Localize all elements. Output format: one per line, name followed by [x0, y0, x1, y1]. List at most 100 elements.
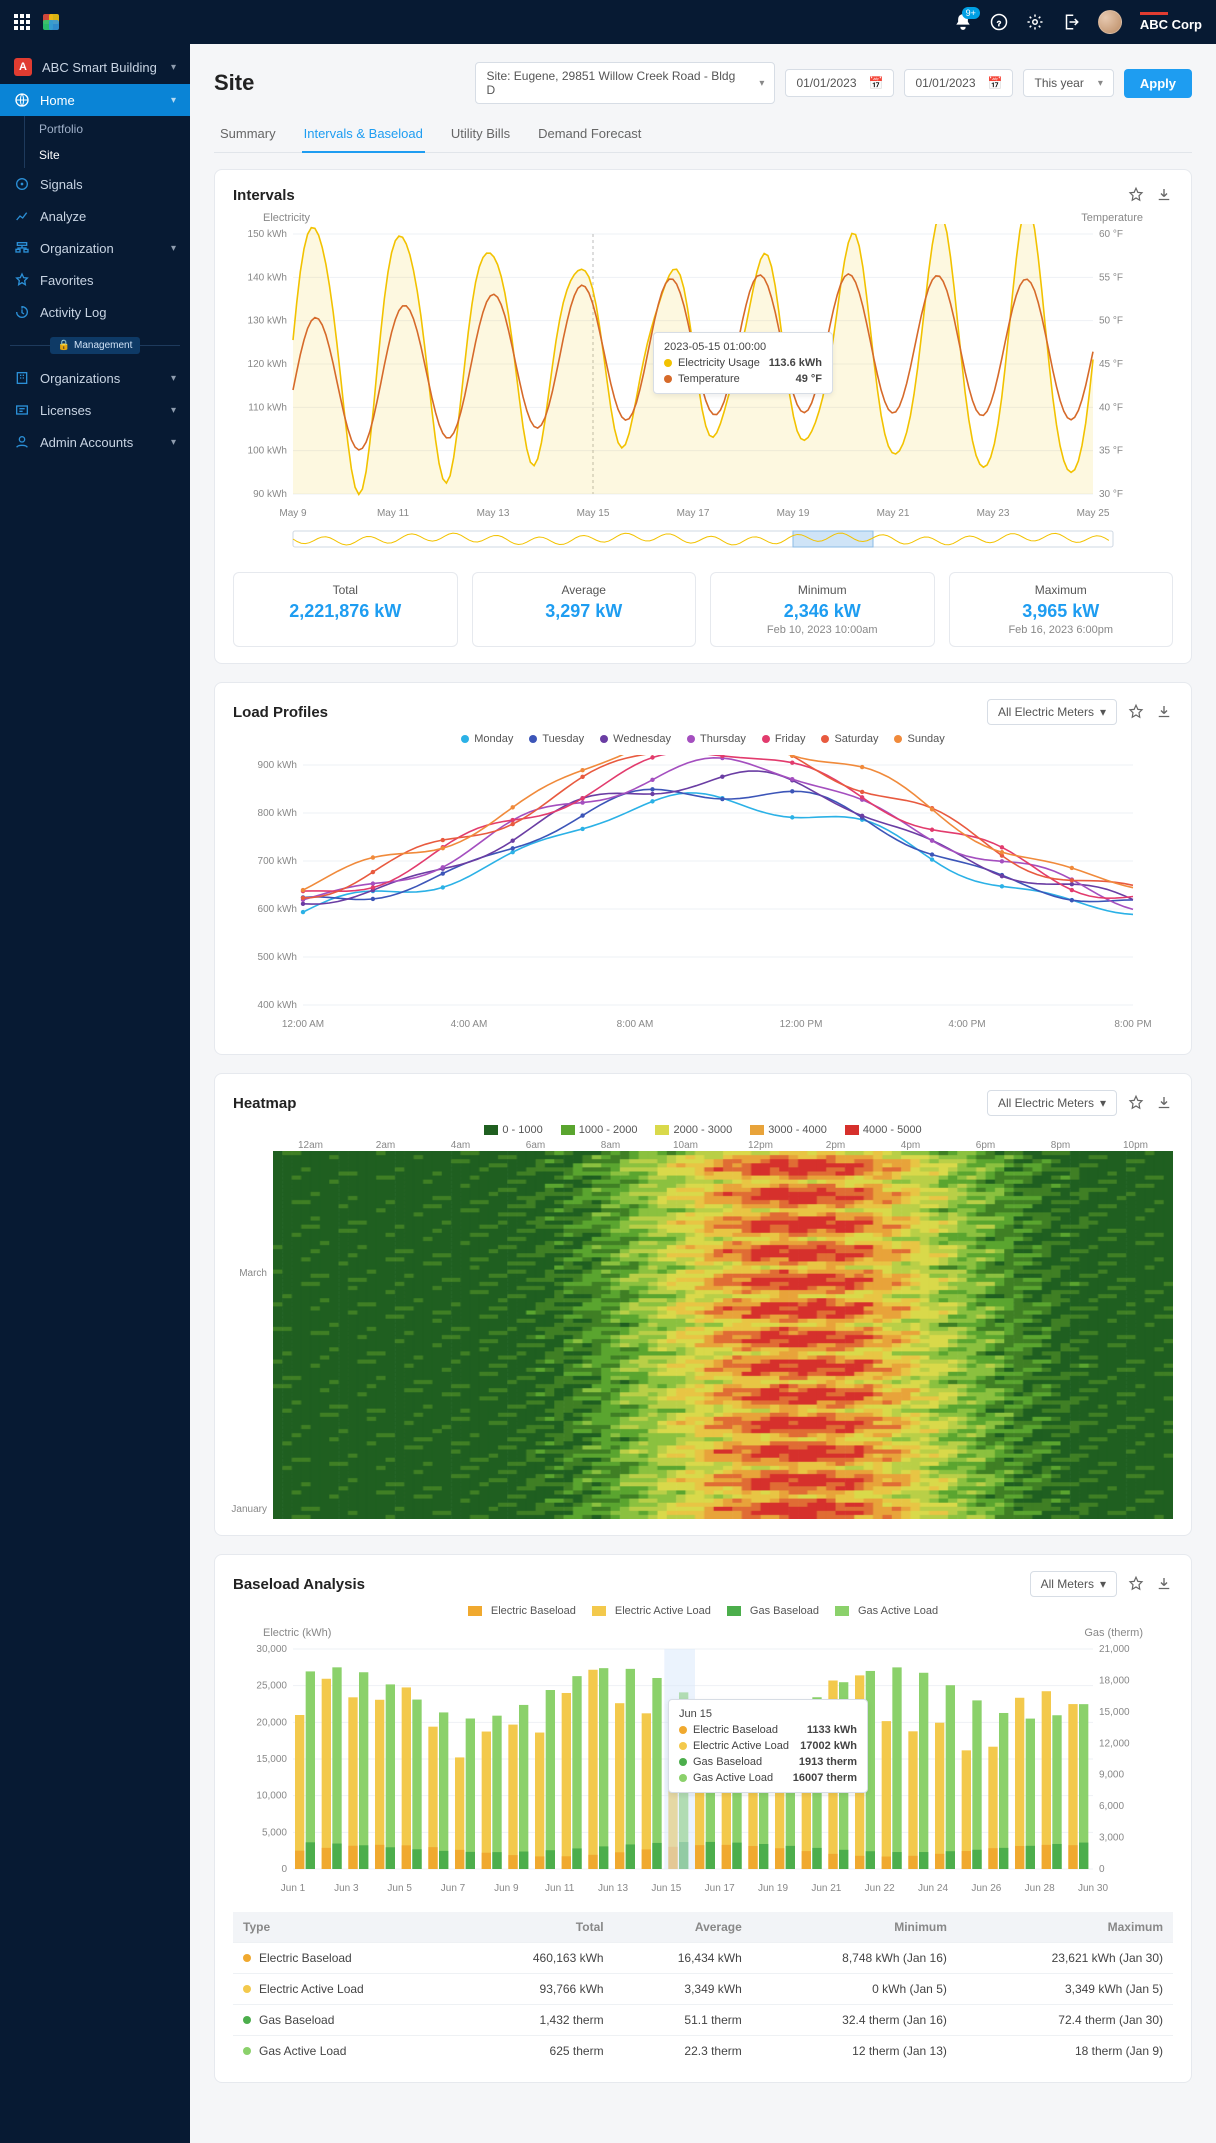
svg-text:Jun 1: Jun 1	[281, 1883, 306, 1894]
svg-text:18,000: 18,000	[1099, 1676, 1130, 1687]
download-icon[interactable]	[1155, 186, 1173, 204]
sidebar-sub-site[interactable]: Site	[25, 142, 190, 168]
settings-icon[interactable]	[1026, 13, 1044, 31]
sidebar-activity[interactable]: Activity Log	[0, 296, 190, 328]
range-selector[interactable]: This year ▾	[1023, 69, 1113, 97]
svg-text:700 kWh: 700 kWh	[258, 856, 297, 867]
intervals-brush[interactable]	[233, 527, 1153, 555]
history-icon	[14, 304, 30, 320]
sidebar-admin[interactable]: Admin Accounts ▾	[0, 426, 190, 458]
baseload-right-axis: Gas (therm)	[1084, 1627, 1143, 1639]
baseload-tooltip: Jun 15 Electric Baseload1133 kWh Electri…	[668, 1699, 868, 1793]
load-meter-select[interactable]: All Electric Meters ▾	[987, 699, 1117, 725]
apps-grid-icon[interactable]	[14, 14, 30, 30]
svg-text:120 kWh: 120 kWh	[248, 359, 287, 370]
sidebar-organizations[interactable]: Organizations ▾	[0, 362, 190, 394]
tabbar: Summary Intervals & Baseload Utility Bil…	[214, 118, 1192, 153]
chevron-down-icon: ▾	[1098, 78, 1103, 89]
svg-text:Jun 19: Jun 19	[758, 1883, 788, 1894]
user-avatar[interactable]	[1098, 10, 1122, 34]
heatmap-canvas[interactable]	[273, 1151, 1173, 1519]
download-icon[interactable]	[1155, 1575, 1173, 1593]
tooltip-elec-val: 113.6 kWh	[769, 357, 822, 369]
sidebar-home[interactable]: Home ▾	[0, 84, 190, 116]
svg-text:0: 0	[281, 1864, 287, 1875]
sidebar-organization[interactable]: Organization ▾	[0, 232, 190, 264]
date-from-input[interactable]: 01/01/2023 📅	[785, 69, 894, 97]
sidebar-analyze[interactable]: Analyze	[0, 200, 190, 232]
sidebar-licenses[interactable]: Licenses ▾	[0, 394, 190, 426]
legend-eb: Electric Baseload	[491, 1605, 576, 1617]
favorite-icon[interactable]	[1127, 1094, 1145, 1112]
heatmap-meter-select[interactable]: All Electric Meters ▾	[987, 1090, 1117, 1116]
svg-text:Jun 3: Jun 3	[334, 1883, 359, 1894]
baseload-meter-select[interactable]: All Meters ▾	[1030, 1571, 1117, 1597]
intervals-tooltip: 2023-05-15 01:00:00 Electricity Usage113…	[653, 332, 833, 394]
chevron-down-icon: ▾	[1100, 1096, 1106, 1110]
sidebar-favorites-label: Favorites	[40, 273, 93, 288]
topbar: 9+ ? ABC Corp	[0, 0, 1216, 44]
svg-text:30,000: 30,000	[256, 1644, 287, 1655]
download-icon[interactable]	[1155, 703, 1173, 721]
baseload-legend: Electric Baseload Electric Active Load G…	[233, 1605, 1173, 1617]
tab-forecast[interactable]: Demand Forecast	[536, 118, 643, 152]
svg-text:Jun 9: Jun 9	[494, 1883, 519, 1894]
site-selector[interactable]: Site: Eugene, 29851 Willow Creek Road - …	[475, 62, 775, 104]
stat-total-label: Total	[246, 583, 445, 597]
load-legend: Monday Tuesday Wednesday Thursday Friday…	[233, 733, 1173, 745]
user-icon	[14, 434, 30, 450]
tab-summary[interactable]: Summary	[218, 118, 278, 152]
brand-switcher[interactable]: ABC Corp	[1140, 12, 1202, 32]
svg-text:Jun 11: Jun 11	[545, 1883, 575, 1894]
legend-thu: Thursday	[700, 733, 746, 745]
svg-text:Jun 30: Jun 30	[1078, 1883, 1108, 1894]
svg-text:May 15: May 15	[577, 508, 610, 519]
bl-tooltip-date: Jun 15	[679, 1708, 857, 1720]
chevron-down-icon: ▾	[171, 62, 176, 73]
favorite-icon[interactable]	[1127, 186, 1145, 204]
chevron-down-icon: ▾	[171, 373, 176, 384]
favorite-icon[interactable]	[1127, 1575, 1145, 1593]
intervals-left-axis: Electricity	[263, 212, 310, 224]
baseload-meter-label: All Meters	[1041, 1577, 1094, 1591]
svg-text:55 °F: 55 °F	[1099, 272, 1123, 283]
product-logo[interactable]	[40, 11, 62, 33]
sidebar-app[interactable]: A ABC Smart Building ▾	[0, 50, 190, 84]
chevron-down-icon: ▾	[1100, 1577, 1106, 1591]
notifications-icon[interactable]: 9+	[954, 13, 972, 31]
legend-tue: Tuesday	[542, 733, 584, 745]
logout-icon[interactable]	[1062, 13, 1080, 31]
date-to-input[interactable]: 01/01/2023 📅	[904, 69, 1013, 97]
favorite-icon[interactable]	[1127, 703, 1145, 721]
date-from-value: 01/01/2023	[796, 76, 856, 90]
th-min: Minimum	[752, 1912, 957, 1943]
load-meter-label: All Electric Meters	[998, 705, 1094, 719]
sidebar-sub-portfolio[interactable]: Portfolio	[25, 116, 190, 142]
bl-tt-eb-l: Electric Baseload	[693, 1724, 778, 1736]
help-icon[interactable]: ?	[990, 13, 1008, 31]
svg-text:90 kWh: 90 kWh	[253, 489, 287, 500]
svg-text:25,000: 25,000	[256, 1681, 287, 1692]
svg-text:21,000: 21,000	[1099, 1644, 1130, 1655]
site-selector-label: Site: Eugene, 29851 Willow Creek Road - …	[486, 69, 745, 97]
tab-utility[interactable]: Utility Bills	[449, 118, 512, 152]
download-icon[interactable]	[1155, 1094, 1173, 1112]
sidebar-licenses-label: Licenses	[40, 403, 91, 418]
apply-button[interactable]: Apply	[1124, 69, 1192, 98]
svg-text:May 23: May 23	[977, 508, 1010, 519]
stat-avg-label: Average	[485, 583, 684, 597]
date-to-value: 01/01/2023	[915, 76, 975, 90]
star-icon	[14, 272, 30, 288]
svg-text:Jun 22: Jun 22	[865, 1883, 895, 1894]
load-profiles-chart[interactable]: 400 kWh500 kWh600 kWh700 kWh800 kWh900 k…	[233, 755, 1153, 1035]
heatmap-x-axis: 12am2am4am6am8am10am12pm2pm4pm6pm8pm10pm	[273, 1140, 1173, 1151]
chevron-down-icon: ▾	[1100, 705, 1106, 719]
sidebar-signals[interactable]: Signals	[0, 168, 190, 200]
table-row: Electric Active Load93,766 kWh3,349 kWh0…	[233, 1974, 1173, 2005]
tab-intervals[interactable]: Intervals & Baseload	[302, 118, 425, 153]
svg-text:900 kWh: 900 kWh	[258, 760, 297, 771]
sidebar-favorites[interactable]: Favorites	[0, 264, 190, 296]
svg-text:400 kWh: 400 kWh	[258, 1000, 297, 1011]
svg-text:800 kWh: 800 kWh	[258, 808, 297, 819]
calendar-icon: 📅	[988, 76, 1003, 90]
